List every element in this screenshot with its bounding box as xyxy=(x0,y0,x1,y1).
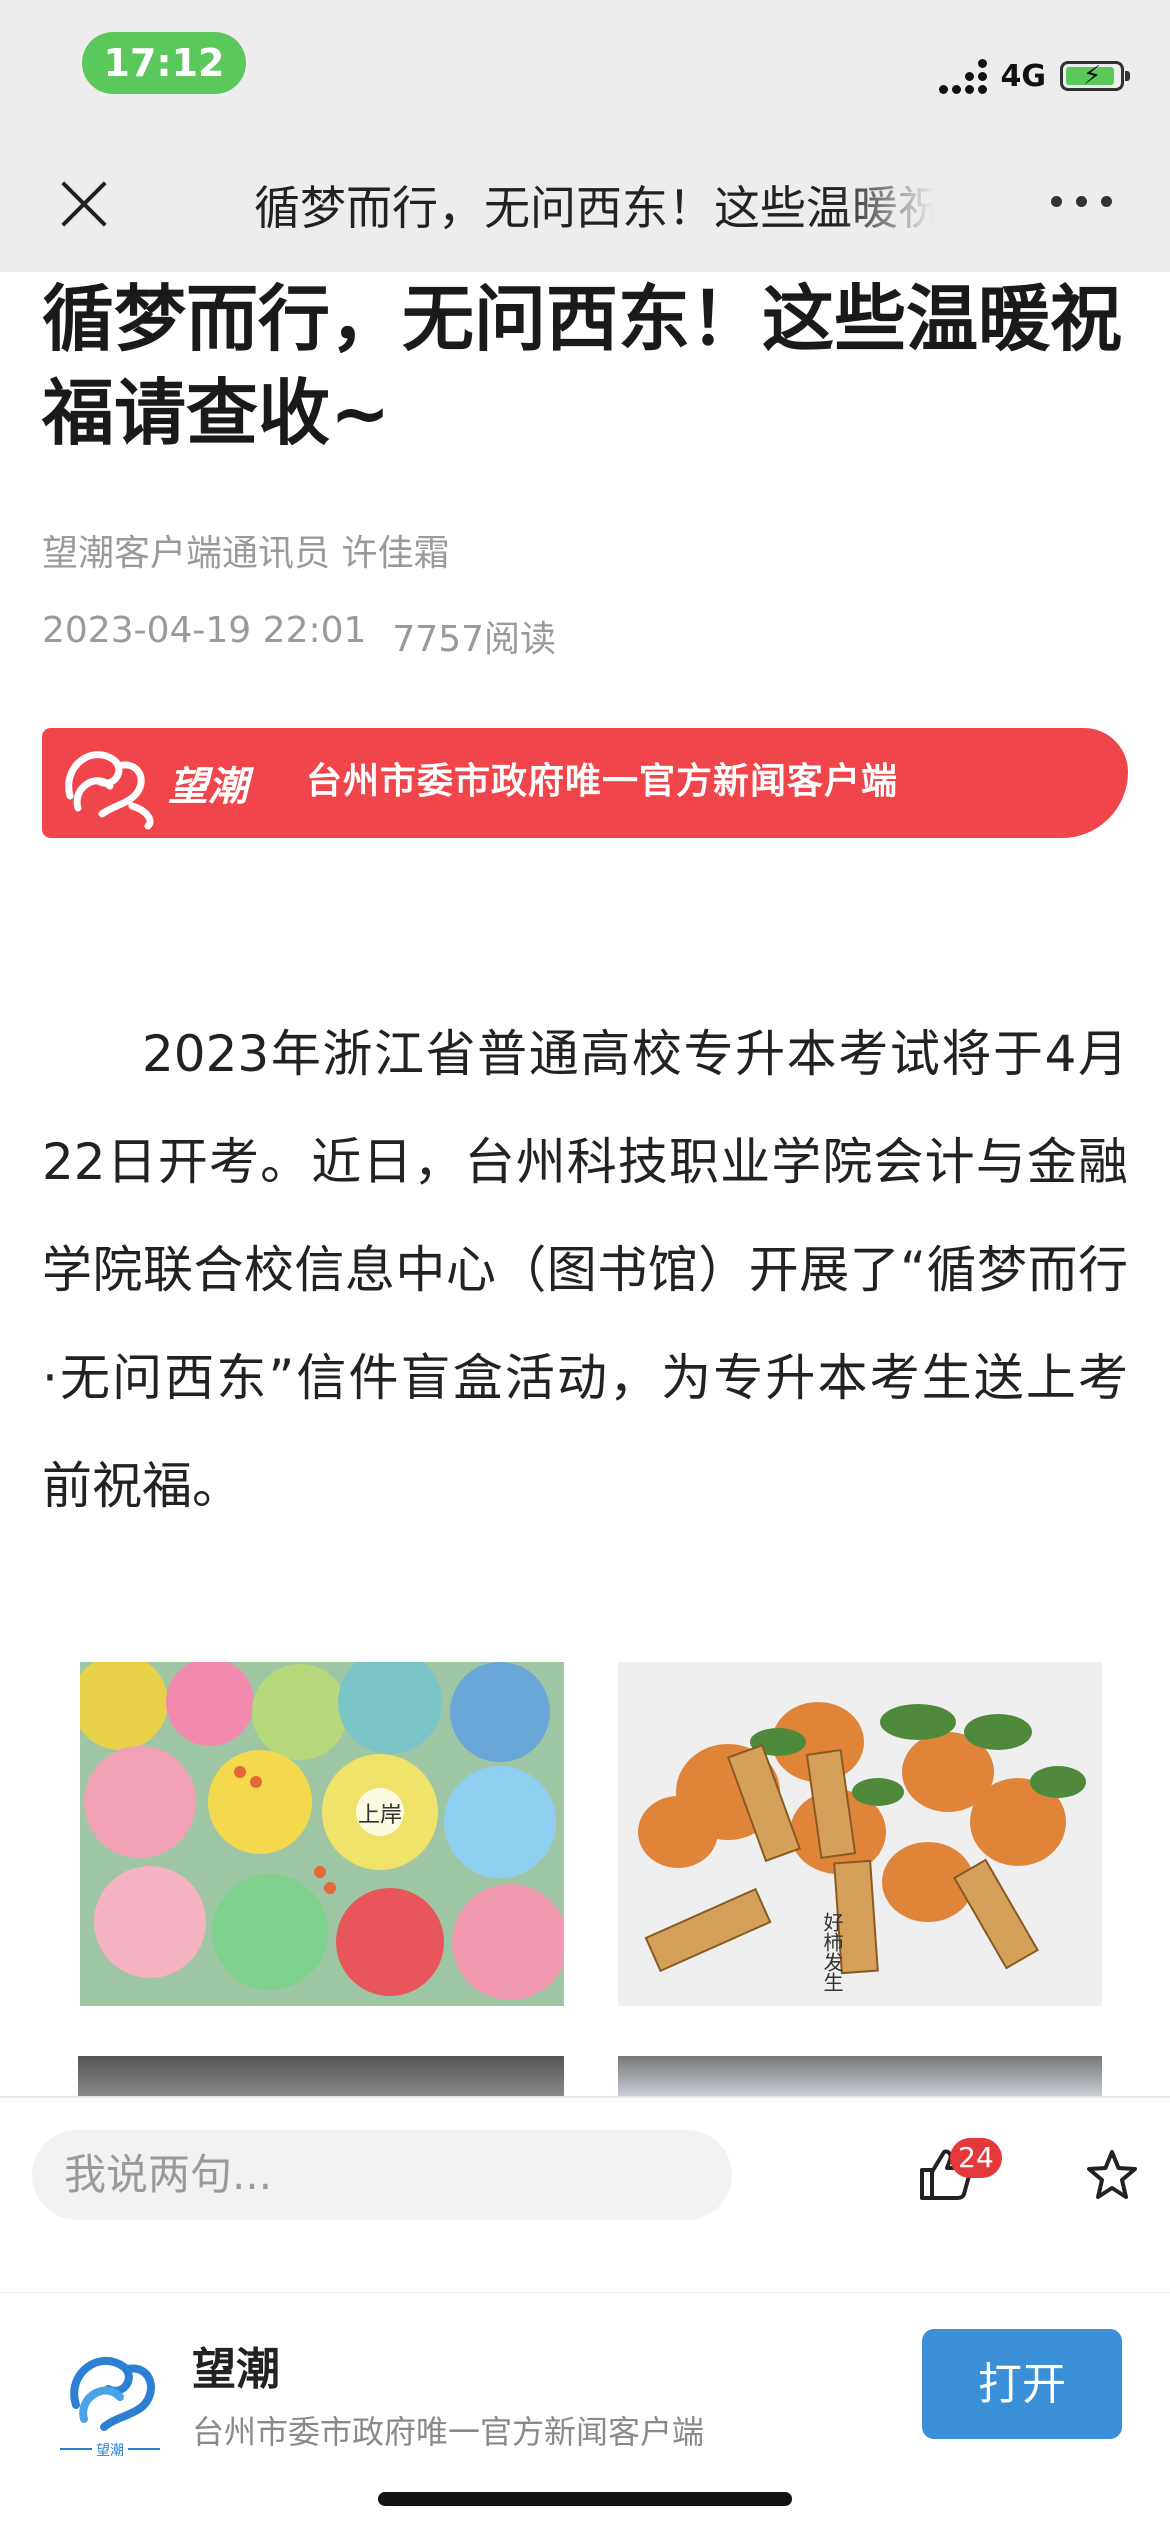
signal-icon xyxy=(938,58,987,94)
clay-badges-photo[interactable]: 上岸 xyxy=(80,1662,564,2006)
article-byline: 望潮客户端通讯员 许佳霜 xyxy=(42,533,450,574)
comment-input[interactable]: 我说两句... xyxy=(32,2130,732,2220)
wangchao-logo-icon: 望潮 xyxy=(65,751,255,830)
more-menu-icon[interactable] xyxy=(1051,196,1112,207)
app-description: 台州市委市政府唯一官方新闻客户端 xyxy=(192,2413,705,2451)
battery-icon: ⚡ xyxy=(1060,61,1130,91)
article-meta: 2023-04-19 22:01 7757阅读 xyxy=(42,610,556,662)
network-type: 4G xyxy=(1000,58,1047,94)
event-photo-4[interactable] xyxy=(618,2056,1102,2096)
article-body: 2023年浙江省普通高校专升本考试将于4月22日开考。近日，台州科技职业学院会计… xyxy=(42,1025,1128,1515)
knitted-oranges-photo[interactable]: 好柿发生 xyxy=(618,1662,1102,2006)
home-indicator[interactable] xyxy=(378,2492,792,2506)
top-bar: 17:12 4G ⚡ 循梦而行，无问西东！这些温暖祝福请查收~ xyxy=(0,0,1170,272)
app-icon-caption: 望潮 xyxy=(96,2443,124,2459)
event-photo-3[interactable] xyxy=(78,2056,564,2096)
article-read-count: 7757阅读 xyxy=(392,619,557,660)
comment-bar: 我说两句... 24 xyxy=(0,2096,1170,2294)
brand-banner: 望潮 台州市委市政府唯一官方新闻客户端 xyxy=(42,728,1128,838)
like-count-badge: 24 xyxy=(950,2138,1002,2178)
close-icon[interactable] xyxy=(58,178,110,230)
tag-text: 好柿发生 xyxy=(820,1912,844,1992)
clay-badge-stamp: 上岸 xyxy=(358,1803,402,1828)
wangchao-app-icon: 望潮 xyxy=(60,2356,160,2459)
article-headline: 循梦而行，无问西东！这些温暖祝福请查收~ xyxy=(42,277,1123,455)
banner-text: 台州市委市政府唯一官方新闻客户端 xyxy=(306,761,899,802)
star-icon[interactable] xyxy=(1082,2146,1142,2206)
svg-text:望潮: 望潮 xyxy=(168,763,255,810)
status-time: 17:12 xyxy=(82,32,246,94)
open-app-button[interactable]: 打开 xyxy=(922,2329,1122,2439)
article-datetime: 2023-04-19 22:01 xyxy=(42,610,367,651)
nav-title: 循梦而行，无问西东！这些温暖祝福请查收~ xyxy=(254,181,934,235)
status-icons: 4G ⚡ xyxy=(938,54,1130,98)
app-name: 望潮 xyxy=(192,2344,280,2395)
